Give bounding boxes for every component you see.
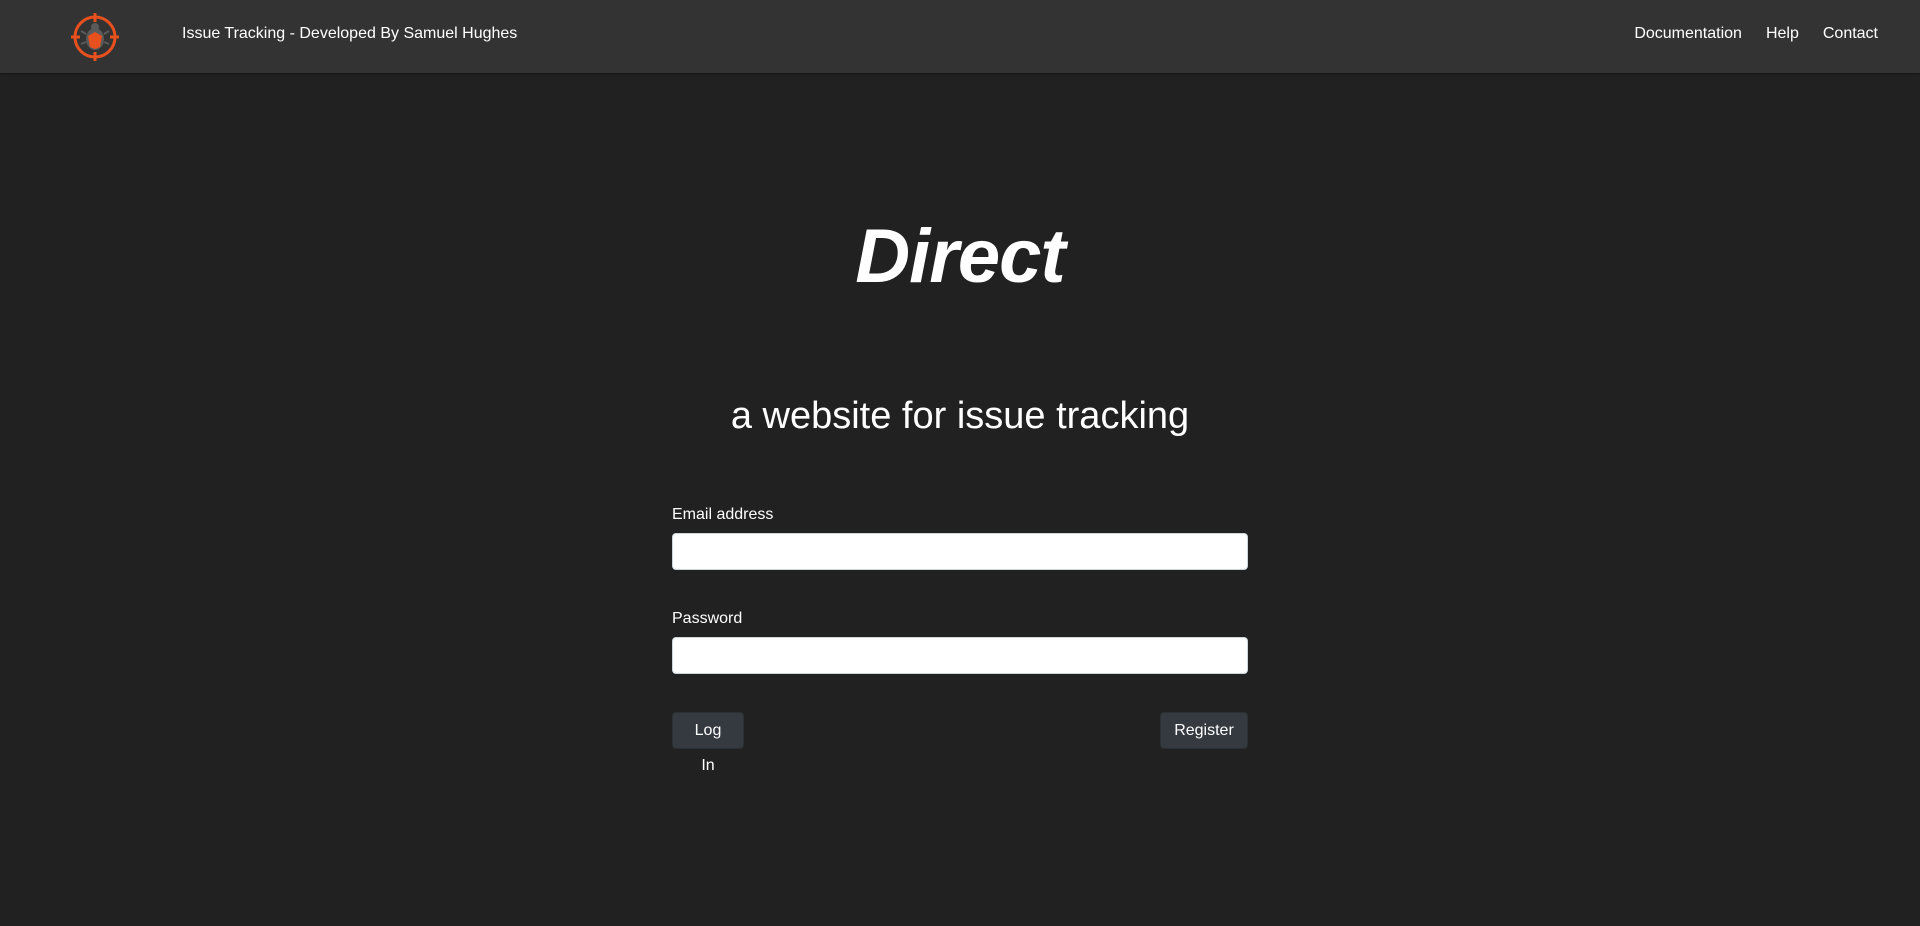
nav-documentation-link[interactable]: Documentation: [1634, 25, 1742, 43]
login-button[interactable]: Log In: [672, 712, 744, 774]
navbar: Issue Tracking - Developed By Samuel Hug…: [0, 0, 1920, 73]
brand-title[interactable]: Issue Tracking - Developed By Samuel Hug…: [182, 0, 517, 67]
email-field[interactable]: [672, 533, 1248, 570]
password-field[interactable]: [672, 637, 1248, 674]
register-button[interactable]: Register: [1160, 712, 1248, 749]
nav-contact-link[interactable]: Contact: [1823, 25, 1878, 43]
hero-title: Direct: [855, 214, 1065, 299]
password-label: Password: [672, 610, 743, 627]
email-label: Email address: [672, 506, 774, 523]
email-group: Email address: [672, 505, 1248, 570]
hero-subtitle: a website for issue tracking: [730, 395, 1190, 437]
nav-links: Documentation Help Contact: [1634, 0, 1878, 67]
password-group: Password: [672, 609, 1248, 674]
bug-target-icon[interactable]: [70, 12, 120, 62]
nav-help-link[interactable]: Help: [1766, 25, 1799, 43]
